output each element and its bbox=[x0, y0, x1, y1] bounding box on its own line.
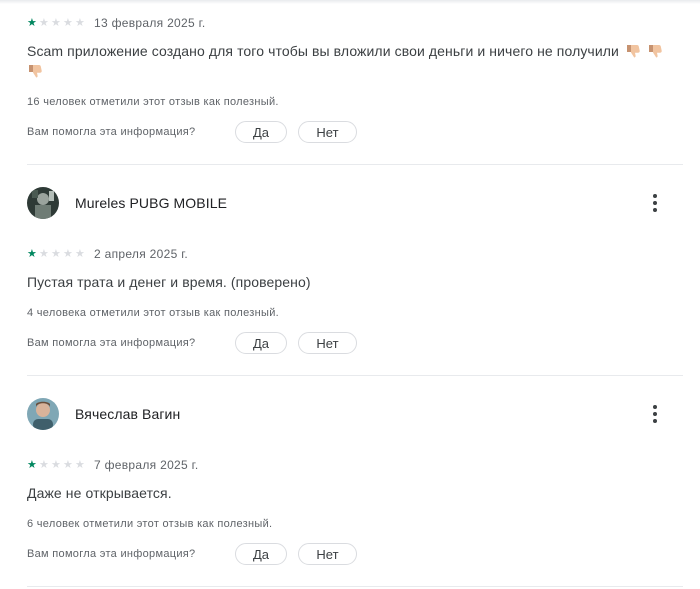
author-name: Вячеслав Вагин bbox=[75, 406, 181, 422]
review-header: Вячеслав Вагин bbox=[27, 397, 683, 431]
helpful-count: 16 человек отметили этот отзыв как полез… bbox=[27, 96, 279, 108]
no-button[interactable]: Нет bbox=[298, 543, 357, 565]
helpful-question: Вам помогла эта информация? bbox=[27, 337, 196, 349]
star-icon: ★ bbox=[27, 247, 37, 260]
star-icon: ★ bbox=[63, 16, 73, 29]
star-icon: ★ bbox=[75, 458, 85, 471]
review-card: Вячеслав Вагин ★ ★ ★ ★ ★ 7 февраля 2025 … bbox=[27, 397, 683, 565]
divider bbox=[27, 375, 683, 376]
avatar[interactable] bbox=[27, 398, 59, 430]
divider bbox=[27, 164, 683, 165]
review-text: Даже не открывается. bbox=[27, 485, 172, 501]
no-button[interactable]: Нет bbox=[298, 332, 357, 354]
avatar-image bbox=[27, 187, 59, 219]
star-rating: ★ ★ ★ ★ ★ bbox=[27, 247, 87, 260]
menu-dot bbox=[653, 405, 657, 409]
yes-button[interactable]: Да bbox=[235, 543, 287, 565]
star-icon: ★ bbox=[39, 247, 49, 260]
helpful-question-row: Вам помогла эта информация? Да Нет bbox=[27, 121, 683, 143]
review-header: Mureles PUBG MOBILE bbox=[27, 186, 683, 220]
thumbs-down-emoji-icon bbox=[626, 45, 640, 58]
review-date: 2 апреля 2025 г. bbox=[94, 247, 189, 261]
review-meta: ★ ★ ★ ★ ★ 7 февраля 2025 г. bbox=[27, 456, 683, 474]
review-card: ★ ★ ★ ★ ★ 13 февраля 2025 г. Scam прилож… bbox=[27, 14, 683, 143]
helpful-count: 4 человека отметили этот отзыв как полез… bbox=[27, 307, 280, 319]
thumbs-down-emoji-icon bbox=[29, 65, 42, 78]
helpful-question-row: Вам помогла эта информация? Да Нет bbox=[27, 332, 683, 354]
yes-button[interactable]: Да bbox=[235, 332, 287, 354]
menu-dot bbox=[653, 201, 657, 205]
no-button[interactable]: Нет bbox=[298, 121, 357, 143]
star-icon: ★ bbox=[51, 247, 61, 260]
review-text: Пустая трата и денег и время. (проверено… bbox=[27, 274, 311, 290]
review-meta: ★ ★ ★ ★ ★ 13 февраля 2025 г. bbox=[27, 14, 683, 32]
star-icon: ★ bbox=[63, 247, 73, 260]
divider bbox=[27, 586, 683, 587]
star-icon: ★ bbox=[63, 458, 73, 471]
menu-dot bbox=[653, 412, 657, 416]
review-date: 13 февраля 2025 г. bbox=[94, 16, 206, 30]
star-icon: ★ bbox=[39, 458, 49, 471]
review-date: 7 февраля 2025 г. bbox=[94, 458, 199, 472]
menu-dot bbox=[653, 419, 657, 423]
avatar-image bbox=[27, 398, 59, 430]
menu-dot bbox=[653, 194, 657, 198]
star-icon: ★ bbox=[27, 16, 37, 29]
thumbs-down-emoji-icon bbox=[648, 45, 662, 58]
helpful-question-row: Вам помогла эта информация? Да Нет bbox=[27, 543, 683, 565]
star-rating: ★ ★ ★ ★ ★ bbox=[27, 458, 87, 471]
review-card: Mureles PUBG MOBILE ★ ★ ★ ★ ★ 2 апреля 2… bbox=[27, 186, 683, 354]
star-rating: ★ ★ ★ ★ ★ bbox=[27, 16, 87, 29]
helpful-count: 6 человек отметили этот отзыв как полезн… bbox=[27, 518, 273, 530]
yes-button[interactable]: Да bbox=[235, 121, 287, 143]
star-icon: ★ bbox=[27, 458, 37, 471]
star-icon: ★ bbox=[39, 16, 49, 29]
review-text-content: Scam приложение создано для того чтобы в… bbox=[27, 43, 619, 59]
more-vert-icon[interactable] bbox=[645, 402, 665, 426]
star-icon: ★ bbox=[51, 458, 61, 471]
helpful-question: Вам помогла эта информация? bbox=[27, 126, 196, 138]
top-shadow bbox=[0, 0, 700, 4]
star-icon: ★ bbox=[75, 247, 85, 260]
helpful-question: Вам помогла эта информация? bbox=[27, 548, 196, 560]
author-name: Mureles PUBG MOBILE bbox=[75, 195, 228, 211]
more-vert-icon[interactable] bbox=[645, 191, 665, 215]
star-icon: ★ bbox=[51, 16, 61, 29]
menu-dot bbox=[653, 208, 657, 212]
star-icon: ★ bbox=[75, 16, 85, 29]
review-meta: ★ ★ ★ ★ ★ 2 апреля 2025 г. bbox=[27, 245, 683, 263]
avatar[interactable] bbox=[27, 187, 59, 219]
review-text: Scam приложение создано для того чтобы в… bbox=[27, 41, 683, 81]
